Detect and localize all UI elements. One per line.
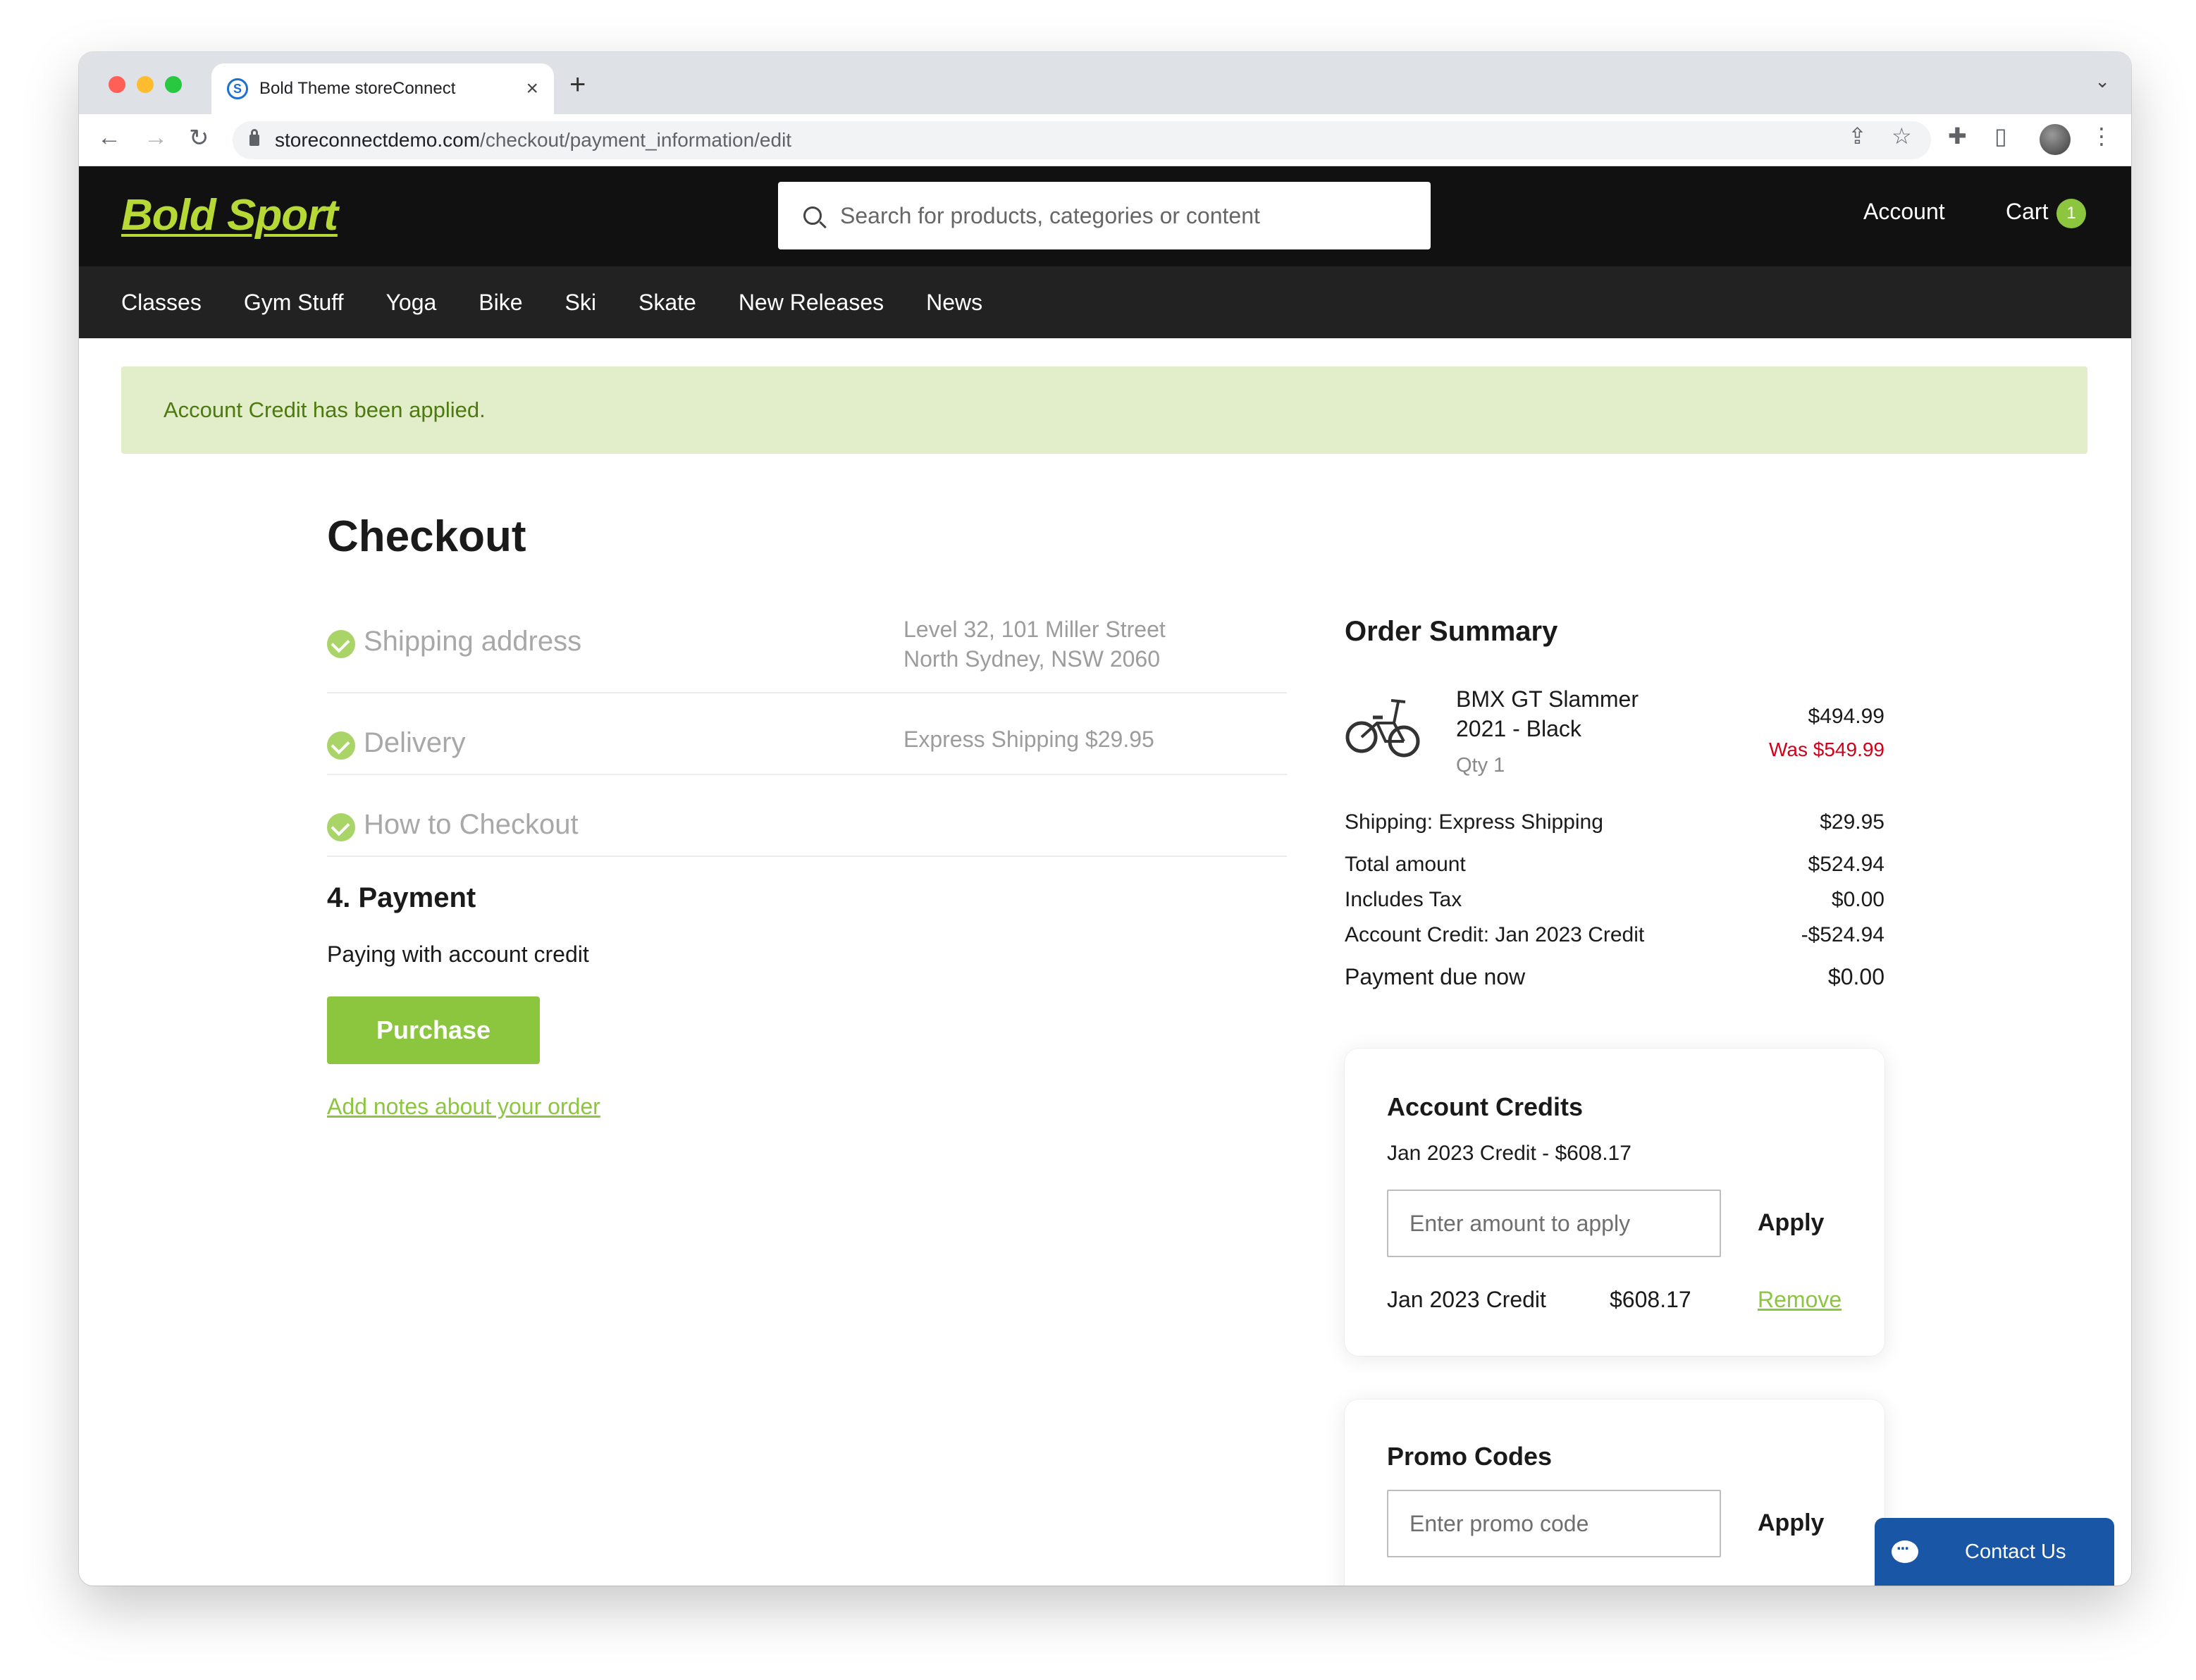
summary-row-tax: Includes Tax $0.00 [1345, 888, 1885, 912]
back-arrow-icon[interactable]: ← [97, 124, 121, 152]
contact-us-label: Contact Us [1965, 1540, 2066, 1563]
lock-icon[interactable] [249, 129, 259, 146]
browser-tab[interactable]: S Bold Theme storeConnect × [211, 63, 554, 114]
item-was-price: Was $549.99 [1769, 739, 1885, 760]
check-circle-icon [327, 630, 355, 658]
summary-value: $0.00 [1831, 888, 1885, 911]
available-credit-text: Jan 2023 Credit - $608.17 [1387, 1142, 1631, 1165]
step-label: How to Checkout [364, 809, 579, 840]
cart-link[interactable]: Cart [2006, 199, 2048, 225]
nav-item-news[interactable]: News [926, 290, 982, 316]
summary-label: Shipping: Express Shipping [1345, 810, 1603, 834]
account-link[interactable]: Account [1863, 199, 1945, 225]
summary-value: $524.94 [1808, 853, 1885, 876]
tab-strip: S Bold Theme storeConnect × + ⌄ [79, 52, 2131, 114]
credit-amount-placeholder: Enter amount to apply [1409, 1210, 1631, 1236]
promo-code-input[interactable]: Enter promo code [1387, 1490, 1721, 1557]
promo-codes-title: Promo Codes [1387, 1442, 1553, 1471]
nav-item-ski[interactable]: Ski [565, 290, 596, 316]
browser-menu-icon[interactable]: ⋮ [2090, 123, 2113, 149]
add-notes-link[interactable]: Add notes about your order [327, 1094, 600, 1120]
cart-count-badge: 1 [2056, 199, 2086, 228]
apply-promo-button[interactable]: Apply [1758, 1509, 1824, 1537]
bold-sport-logo[interactable]: Bold Sport [121, 190, 338, 240]
chat-bubble-icon [1892, 1535, 1918, 1563]
shipping-address-line1: Level 32, 101 Miller Street [903, 617, 1166, 642]
browser-window: S Bold Theme storeConnect × + ⌄ ← → ↻ st… [79, 52, 2131, 1586]
apply-credit-button[interactable]: Apply [1758, 1209, 1824, 1237]
nav-item-yoga[interactable]: Yoga [385, 290, 436, 316]
new-tab-button[interactable]: + [569, 69, 586, 101]
forward-arrow-icon[interactable]: → [144, 124, 168, 152]
contact-us-chat-button[interactable]: Contact Us [1875, 1518, 2114, 1586]
summary-label: Account Credit: Jan 2023 Credit [1345, 923, 1645, 946]
purchase-button[interactable]: Purchase [327, 996, 540, 1064]
url-path: /checkout/payment_information/edit [480, 129, 792, 151]
step-how-to-checkout[interactable]: How to Checkout [327, 775, 1287, 857]
summary-label: Payment due now [1345, 964, 1526, 989]
check-circle-icon [327, 813, 355, 841]
profile-avatar[interactable] [2040, 124, 2071, 155]
reload-icon[interactable]: ↻ [189, 124, 209, 152]
search-icon [803, 206, 822, 225]
storeconnect-favicon-icon: S [227, 78, 248, 99]
promo-code-placeholder: Enter promo code [1409, 1510, 1589, 1536]
account-credits-title: Account Credits [1387, 1092, 1584, 1121]
summary-value: $0.00 [1827, 964, 1885, 989]
order-summary-title: Order Summary [1345, 616, 1558, 647]
nav-item-new-releases[interactable]: New Releases [739, 290, 884, 316]
maximize-window-button[interactable] [165, 76, 182, 93]
nav-item-classes[interactable]: Classes [121, 290, 202, 316]
summary-label: Includes Tax [1345, 888, 1462, 911]
step-label: Delivery [364, 727, 466, 758]
main-nav: Classes Gym Stuff Yoga Bike Ski Skate Ne… [79, 266, 2131, 338]
credit-applied-alert: Account Credit has been applied. [121, 366, 2087, 454]
check-circle-icon [327, 731, 355, 760]
extensions-puzzle-icon[interactable]: ✚ [1948, 123, 1967, 149]
close-tab-icon[interactable]: × [526, 77, 538, 101]
nav-item-gym-stuff[interactable]: Gym Stuff [244, 290, 344, 316]
payment-heading: 4. Payment [327, 882, 476, 913]
url-bar[interactable]: storeconnectdemo.com/checkout/payment_in… [233, 121, 1931, 159]
summary-row-shipping: Shipping: Express Shipping $29.95 [1345, 810, 1885, 834]
promo-codes-card: Promo Codes Enter promo code Apply [1345, 1400, 1885, 1586]
nav-item-skate[interactable]: Skate [639, 290, 696, 316]
summary-value: $29.95 [1820, 810, 1885, 834]
step-shipping-address[interactable]: Shipping address Level 32, 101 Miller St… [327, 614, 1287, 693]
summary-value: -$524.94 [1801, 923, 1885, 946]
tab-search-chevron-icon[interactable]: ⌄ [2095, 70, 2110, 92]
delivery-detail: Express Shipping $29.95 [903, 727, 1154, 752]
page-title: Checkout [327, 512, 526, 561]
credit-amount-input[interactable]: Enter amount to apply [1387, 1190, 1721, 1257]
minimize-window-button[interactable] [137, 76, 154, 93]
payment-method-text: Paying with account credit [327, 941, 589, 967]
side-panel-icon[interactable]: ▯ [1994, 123, 2007, 149]
tab-title: Bold Theme storeConnect [259, 79, 456, 98]
applied-credit-name: Jan 2023 Credit [1387, 1287, 1546, 1312]
item-price: $494.99 [1808, 705, 1885, 728]
bookmark-star-icon[interactable]: ☆ [1892, 123, 1912, 149]
site-search-input[interactable]: Search for products, categories or conte… [778, 182, 1431, 249]
step-delivery[interactable]: Delivery Express Shipping $29.95 [327, 693, 1287, 775]
shipping-address-line2: North Sydney, NSW 2060 [903, 646, 1161, 672]
share-icon[interactable]: ⇪ [1848, 123, 1867, 149]
step-label: Shipping address [364, 626, 582, 657]
url-host: storeconnectdemo.com [275, 129, 481, 151]
account-credits-card: Account Credits Jan 2023 Credit - $608.1… [1345, 1049, 1885, 1356]
summary-row-total: Total amount $524.94 [1345, 853, 1885, 877]
search-placeholder: Search for products, categories or conte… [840, 202, 1260, 228]
applied-credit-amount: $608.17 [1610, 1287, 1691, 1312]
address-bar-row: ← → ↻ storeconnectdemo.com/checkout/paym… [79, 114, 2131, 166]
nav-item-bike[interactable]: Bike [479, 290, 522, 316]
close-window-button[interactable] [109, 76, 125, 93]
summary-row-payment-due: Payment due now $0.00 [1345, 964, 1885, 990]
item-was-price-row: Was $549.99 [1345, 739, 1885, 767]
summary-label: Total amount [1345, 853, 1466, 876]
summary-row-account-credit: Account Credit: Jan 2023 Credit -$524.94 [1345, 923, 1885, 947]
remove-credit-link[interactable]: Remove [1758, 1287, 1842, 1313]
item-price-row: $494.99 [1345, 705, 1885, 733]
site-header: Bold Sport Search for products, categori… [79, 166, 2131, 266]
